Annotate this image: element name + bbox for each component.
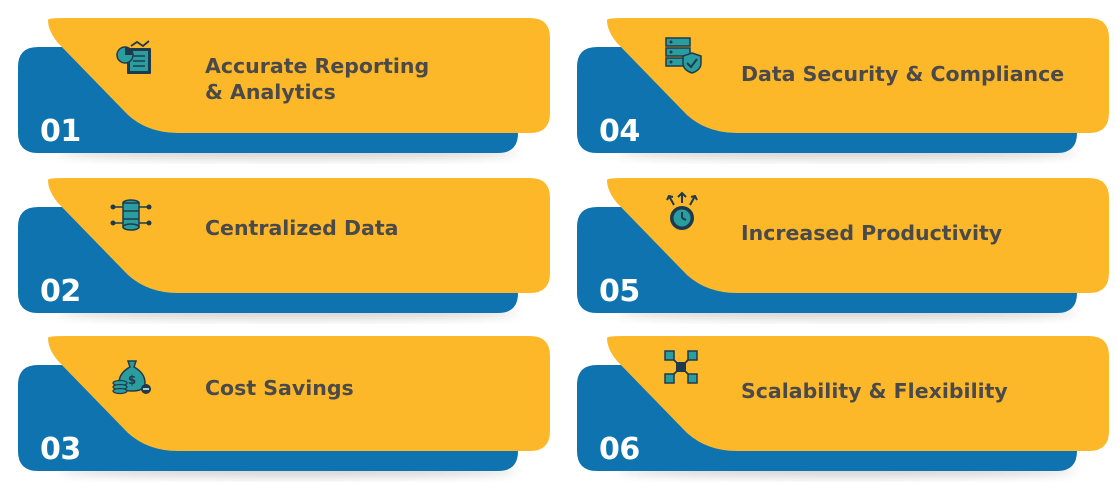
database-network-icon (110, 199, 152, 231)
feature-card-02: 02 Centralized Data (18, 175, 550, 319)
item-number: 05 (599, 274, 640, 309)
item-label: Centralized Data (205, 216, 399, 240)
item-label: Cost Savings (205, 376, 354, 400)
card-shape (18, 178, 550, 319)
svg-text:$: $ (128, 373, 136, 387)
card-shape (577, 336, 1109, 477)
money-bag-coins-icon: $ (112, 360, 151, 395)
report-analytics-icon (116, 40, 151, 74)
clock-gear-arrows-icon (666, 191, 698, 230)
feature-card-06: 06 Scalability & Flexibility (577, 333, 1109, 477)
card-shape (577, 178, 1109, 319)
item-label: Accurate Reporting & Analytics (205, 54, 430, 104)
server-shield-icon (665, 37, 702, 74)
item-number: 01 (40, 114, 81, 149)
card-shape (18, 336, 550, 477)
item-number: 03 (40, 432, 81, 467)
feature-card-01: 01 Accurate Reporting & Analytics (18, 15, 550, 159)
item-number: 06 (599, 432, 640, 467)
item-number: 04 (599, 114, 640, 149)
card-shape (577, 18, 1109, 159)
item-label: Scalability & Flexibility (741, 379, 1008, 403)
feature-card-05: 05 Increased Productivity (577, 175, 1109, 319)
scale-expand-icon (664, 350, 698, 384)
feature-card-03: 03 Cost Savings $ (18, 333, 550, 477)
item-label: Data Security & Compliance (741, 62, 1065, 86)
feature-card-04: 04 Data Security & Compliance (577, 15, 1109, 159)
item-number: 02 (40, 274, 81, 309)
item-label: Increased Productivity (741, 221, 1003, 245)
